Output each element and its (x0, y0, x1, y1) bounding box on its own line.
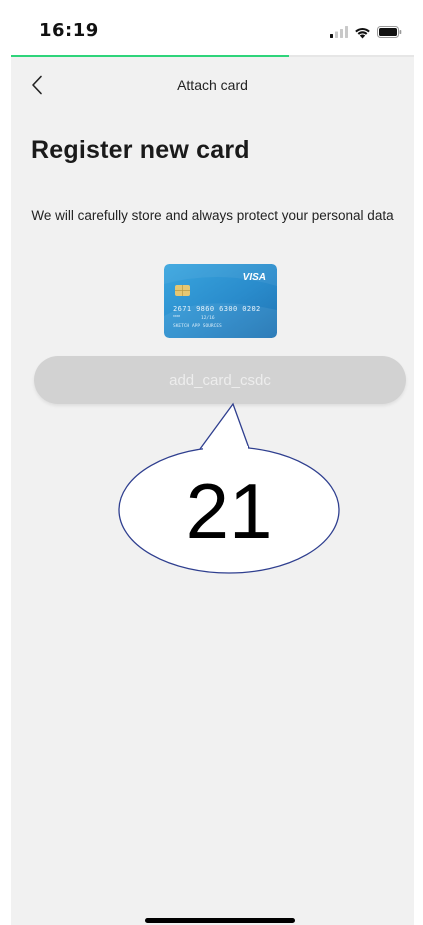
home-indicator (145, 918, 295, 923)
status-time: 16:19 (39, 20, 99, 41)
card-expiry: 12/16 (201, 315, 215, 321)
card-brand: VISA (243, 272, 266, 283)
card-number: 2671 9860 6300 0202 (173, 305, 261, 313)
add-card-button[interactable]: add_card_csdc (34, 356, 406, 404)
battery-icon (377, 26, 402, 38)
phone-screen: 16:19 Attach card Register new card We w… (11, 0, 414, 925)
status-icons (330, 24, 402, 40)
wifi-icon (355, 27, 370, 38)
callout-number: 21 (185, 467, 273, 555)
status-bar: 16:19 (11, 0, 414, 56)
credit-card-image: VISA 2671 9860 6300 0202 0000 12/16 SKET… (164, 264, 277, 338)
page-title: Register new card (31, 136, 250, 164)
card-chip-icon (175, 285, 190, 296)
card-small-text: 0000 (173, 314, 180, 318)
add-card-button-label: add_card_csdc (169, 371, 271, 389)
signal-icon (330, 26, 348, 38)
nav-title: Attach card (177, 77, 248, 93)
card-holder: SKETCH APP SOURCES (173, 323, 222, 329)
nav-bar: Attach card (11, 57, 414, 113)
subtitle: We will carefully store and always prote… (31, 208, 394, 223)
